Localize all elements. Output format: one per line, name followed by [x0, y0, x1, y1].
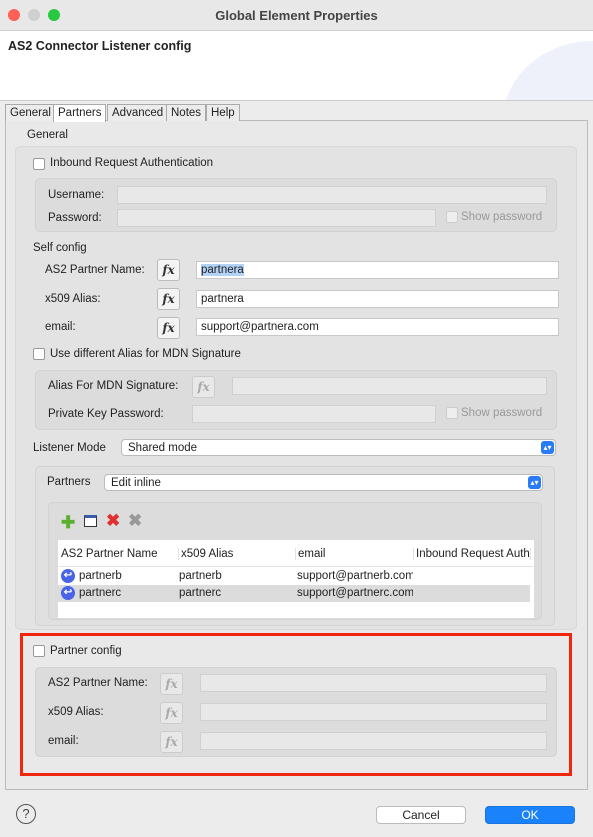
cell-name: partnerc [79, 587, 122, 599]
inbound-auth-checkbox[interactable] [33, 158, 45, 170]
window-title: Global Element Properties [215, 8, 378, 23]
show-password-checkbox[interactable] [446, 407, 458, 419]
show-password-checkbox[interactable] [446, 211, 458, 223]
fx-button[interactable]: fx [157, 259, 180, 281]
fx-button[interactable]: fx [157, 317, 180, 339]
partners-mode-value: Edit inline [111, 477, 161, 489]
alias-label: x509 Alias: [45, 293, 101, 305]
cell-email: support@partnerc.com [297, 587, 413, 599]
password-label: Password: [48, 212, 102, 224]
header-divider [58, 566, 534, 567]
cancel-button[interactable]: Cancel [376, 806, 466, 824]
header: AS2 Connector Listener config [0, 31, 593, 101]
inbound-auth-label: Inbound Request Authentication [50, 157, 214, 169]
listener-mode-select[interactable]: Shared mode ▴▾ [121, 439, 556, 456]
tab-notes[interactable]: Notes [166, 104, 207, 121]
edit-icon[interactable] [84, 515, 97, 527]
show-password-label: Show password [461, 211, 543, 223]
title-bar: Global Element Properties [0, 0, 593, 31]
fx-button[interactable]: fx [157, 288, 180, 310]
email-label: email: [45, 321, 76, 333]
private-key-password-input[interactable] [192, 405, 436, 423]
table-row-selected[interactable]: ↩ partnerc partnerc support@partnerc.com [58, 585, 530, 602]
delete-all-icon[interactable]: ✖ [128, 511, 142, 531]
table-row[interactable]: ↩ partnerb partnerb support@partnerb.com [58, 568, 530, 585]
username-input[interactable] [117, 186, 547, 204]
mdn-alias-field-label: Alias For MDN Signature: [48, 380, 179, 392]
cell-alias: partnerc [179, 587, 222, 599]
page-title: AS2 Connector Listener config [8, 39, 192, 53]
cell-name: partnerb [79, 570, 122, 582]
mdn-alias-checkbox[interactable] [33, 348, 45, 360]
fx-button[interactable]: fx [192, 376, 215, 398]
show-password-label: Show password [461, 407, 543, 419]
delete-icon[interactable]: ✖ [106, 511, 120, 531]
partner-icon: ↩ [61, 586, 75, 600]
listener-mode-value: Shared mode [128, 442, 198, 454]
column-header[interactable]: Inbound Request Auth [413, 548, 531, 560]
add-icon[interactable]: ✚ [61, 513, 75, 533]
mdn-alias-input[interactable] [232, 377, 547, 395]
username-label: Username: [48, 189, 105, 201]
tab-help[interactable]: Help [206, 104, 240, 121]
selected-text: partnera [201, 264, 244, 276]
column-header[interactable]: x509 Alias [178, 548, 296, 560]
help-icon[interactable]: ? [16, 804, 36, 824]
cell-alias: partnerb [179, 570, 222, 582]
header-decoration [503, 41, 593, 100]
general-section-label: General [27, 129, 68, 141]
chevron-updown-icon: ▴▾ [528, 476, 541, 489]
listener-mode-label: Listener Mode [33, 442, 106, 454]
password-input[interactable] [117, 209, 436, 227]
private-key-password-label: Private Key Password: [48, 408, 164, 420]
email-input[interactable]: support@partnera.com [196, 318, 559, 336]
self-config-label: Self config [33, 242, 87, 254]
tab-advanced[interactable]: Advanced [107, 104, 169, 121]
alias-input[interactable]: partnera [196, 290, 559, 308]
chevron-updown-icon: ▴▾ [541, 441, 554, 454]
tab-partners[interactable]: Partners [53, 104, 107, 122]
column-header[interactable]: AS2 Partner Name [61, 548, 158, 560]
ok-button[interactable]: OK [485, 806, 575, 824]
partners-label: Partners [47, 476, 91, 488]
partners-mode-select[interactable]: Edit inline ▴▾ [104, 474, 543, 491]
partner-icon: ↩ [61, 569, 75, 583]
cell-email: support@partnerb.com [297, 570, 413, 582]
partners-table: AS2 Partner Name x509 Alias email Inboun… [58, 540, 534, 618]
mdn-alias-label: Use different Alias for MDN Signature [50, 348, 241, 360]
partner-name-label: AS2 Partner Name: [45, 264, 145, 276]
column-header[interactable]: email [295, 548, 325, 560]
highlight-box [20, 633, 572, 776]
partner-name-input[interactable]: partnera [196, 261, 559, 279]
tab-general[interactable]: General [5, 104, 56, 121]
